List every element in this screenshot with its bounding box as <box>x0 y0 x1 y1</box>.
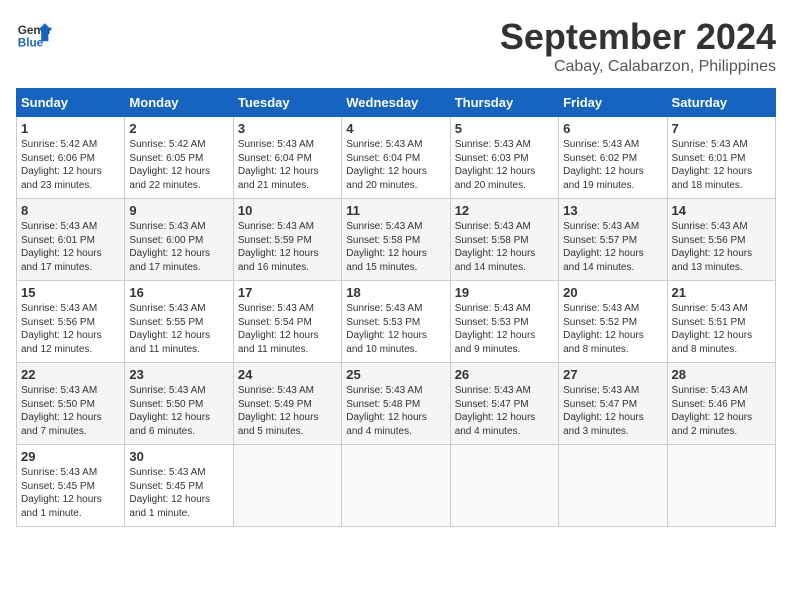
table-row: 7Sunrise: 5:43 AMSunset: 6:01 PMDaylight… <box>667 117 775 199</box>
weekday-header-row: Sunday Monday Tuesday Wednesday Thursday… <box>17 89 776 117</box>
table-row: 13Sunrise: 5:43 AMSunset: 5:57 PMDayligh… <box>559 199 667 281</box>
table-row: 18Sunrise: 5:43 AMSunset: 5:53 PMDayligh… <box>342 281 450 363</box>
calendar-week-row: 1Sunrise: 5:42 AMSunset: 6:06 PMDaylight… <box>17 117 776 199</box>
table-row: 24Sunrise: 5:43 AMSunset: 5:49 PMDayligh… <box>233 363 341 445</box>
table-row: 1Sunrise: 5:42 AMSunset: 6:06 PMDaylight… <box>17 117 125 199</box>
table-row: 30Sunrise: 5:43 AMSunset: 5:45 PMDayligh… <box>125 445 233 527</box>
table-row <box>559 445 667 527</box>
table-row: 27Sunrise: 5:43 AMSunset: 5:47 PMDayligh… <box>559 363 667 445</box>
header-thursday: Thursday <box>450 89 558 117</box>
header-sunday: Sunday <box>17 89 125 117</box>
table-row: 28Sunrise: 5:43 AMSunset: 5:46 PMDayligh… <box>667 363 775 445</box>
table-row <box>342 445 450 527</box>
calendar-week-row: 15Sunrise: 5:43 AMSunset: 5:56 PMDayligh… <box>17 281 776 363</box>
table-row: 23Sunrise: 5:43 AMSunset: 5:50 PMDayligh… <box>125 363 233 445</box>
table-row: 19Sunrise: 5:43 AMSunset: 5:53 PMDayligh… <box>450 281 558 363</box>
logo-icon: General Blue <box>16 16 52 52</box>
logo: General Blue <box>16 16 52 52</box>
table-row: 3Sunrise: 5:43 AMSunset: 6:04 PMDaylight… <box>233 117 341 199</box>
table-row: 10Sunrise: 5:43 AMSunset: 5:59 PMDayligh… <box>233 199 341 281</box>
month-title: September 2024 <box>500 16 776 58</box>
title-section: September 2024 Cabay, Calabarzon, Philip… <box>500 16 776 76</box>
table-row <box>667 445 775 527</box>
table-row: 14Sunrise: 5:43 AMSunset: 5:56 PMDayligh… <box>667 199 775 281</box>
table-row: 17Sunrise: 5:43 AMSunset: 5:54 PMDayligh… <box>233 281 341 363</box>
header-tuesday: Tuesday <box>233 89 341 117</box>
table-row: 8Sunrise: 5:43 AMSunset: 6:01 PMDaylight… <box>17 199 125 281</box>
page-header: General Blue September 2024 Cabay, Calab… <box>16 16 776 76</box>
table-row: 11Sunrise: 5:43 AMSunset: 5:58 PMDayligh… <box>342 199 450 281</box>
table-row: 20Sunrise: 5:43 AMSunset: 5:52 PMDayligh… <box>559 281 667 363</box>
table-row: 16Sunrise: 5:43 AMSunset: 5:55 PMDayligh… <box>125 281 233 363</box>
header-monday: Monday <box>125 89 233 117</box>
table-row: 25Sunrise: 5:43 AMSunset: 5:48 PMDayligh… <box>342 363 450 445</box>
table-row: 2Sunrise: 5:42 AMSunset: 6:05 PMDaylight… <box>125 117 233 199</box>
calendar-week-row: 29Sunrise: 5:43 AMSunset: 5:45 PMDayligh… <box>17 445 776 527</box>
svg-text:Blue: Blue <box>18 37 44 50</box>
calendar-week-row: 8Sunrise: 5:43 AMSunset: 6:01 PMDaylight… <box>17 199 776 281</box>
calendar-table: Sunday Monday Tuesday Wednesday Thursday… <box>16 88 776 527</box>
location-title: Cabay, Calabarzon, Philippines <box>500 58 776 76</box>
table-row: 9Sunrise: 5:43 AMSunset: 6:00 PMDaylight… <box>125 199 233 281</box>
header-friday: Friday <box>559 89 667 117</box>
table-row: 22Sunrise: 5:43 AMSunset: 5:50 PMDayligh… <box>17 363 125 445</box>
table-row: 12Sunrise: 5:43 AMSunset: 5:58 PMDayligh… <box>450 199 558 281</box>
table-row: 6Sunrise: 5:43 AMSunset: 6:02 PMDaylight… <box>559 117 667 199</box>
header-wednesday: Wednesday <box>342 89 450 117</box>
calendar-week-row: 22Sunrise: 5:43 AMSunset: 5:50 PMDayligh… <box>17 363 776 445</box>
table-row <box>233 445 341 527</box>
table-row: 26Sunrise: 5:43 AMSunset: 5:47 PMDayligh… <box>450 363 558 445</box>
table-row: 5Sunrise: 5:43 AMSunset: 6:03 PMDaylight… <box>450 117 558 199</box>
table-row: 21Sunrise: 5:43 AMSunset: 5:51 PMDayligh… <box>667 281 775 363</box>
header-saturday: Saturday <box>667 89 775 117</box>
table-row: 29Sunrise: 5:43 AMSunset: 5:45 PMDayligh… <box>17 445 125 527</box>
table-row <box>450 445 558 527</box>
table-row: 4Sunrise: 5:43 AMSunset: 6:04 PMDaylight… <box>342 117 450 199</box>
table-row: 15Sunrise: 5:43 AMSunset: 5:56 PMDayligh… <box>17 281 125 363</box>
